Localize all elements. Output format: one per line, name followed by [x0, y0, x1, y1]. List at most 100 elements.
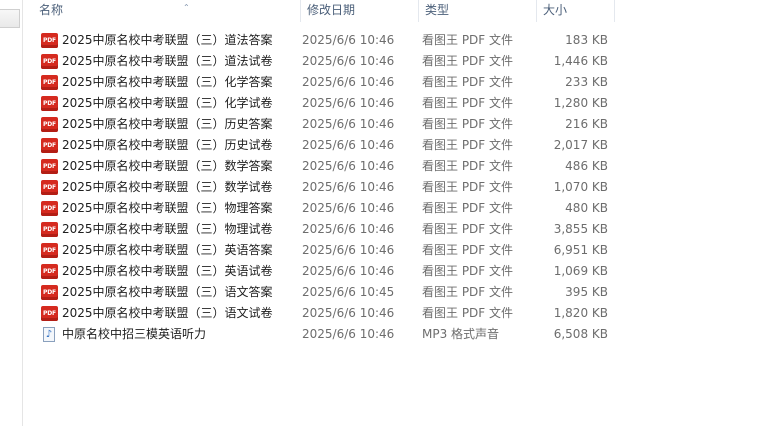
file-size: 1,280 KB — [553, 96, 608, 110]
file-date: 2025/6/6 10:46 — [302, 201, 395, 215]
pdf-file-icon: PDF — [41, 159, 58, 174]
file-date: 2025/6/6 10:46 — [302, 117, 395, 131]
file-type: 看图王 PDF 文件 — [422, 180, 514, 194]
file-row[interactable]: PDF 2025中原名校中考联盟（三）语文答案 2025/6/6 10:45 看… — [23, 282, 772, 303]
file-row[interactable]: PDF 2025中原名校中考联盟（三）英语试卷 2025/6/6 10:46 看… — [23, 261, 772, 282]
file-row[interactable]: PDF 2025中原名校中考联盟（三）物理答案 2025/6/6 10:46 看… — [23, 198, 772, 219]
navigation-pane[interactable] — [0, 0, 23, 426]
file-date: 2025/6/6 10:46 — [302, 264, 395, 278]
column-header-bar: 名称 ⌃ 修改日期 类型 大小 — [23, 0, 772, 22]
file-type: 看图王 PDF 文件 — [422, 243, 514, 257]
file-name: 2025中原名校中考联盟（三）道法试卷 — [62, 54, 273, 68]
file-name: 2025中原名校中考联盟（三）化学试卷 — [62, 96, 273, 110]
file-type: 看图王 PDF 文件 — [422, 159, 514, 173]
column-header-size[interactable]: 大小 — [537, 0, 615, 22]
file-row[interactable]: PDF 2025中原名校中考联盟（三）英语答案 2025/6/6 10:46 看… — [23, 240, 772, 261]
column-header-date[interactable]: 修改日期 — [301, 0, 419, 22]
file-name: 2025中原名校中考联盟（三）数学答案 — [62, 159, 273, 173]
file-size: 183 KB — [565, 33, 608, 47]
file-type: 看图王 PDF 文件 — [422, 138, 514, 152]
audio-file-icon: ♪ — [41, 327, 58, 342]
pdf-file-icon: PDF — [41, 75, 58, 90]
file-type: 看图王 PDF 文件 — [422, 33, 514, 47]
file-date: 2025/6/6 10:46 — [302, 54, 395, 68]
column-header-type[interactable]: 类型 — [419, 0, 537, 22]
file-name: 2025中原名校中考联盟（三）数学试卷 — [62, 180, 273, 194]
file-date: 2025/6/6 10:46 — [302, 96, 395, 110]
pdf-file-icon: PDF — [41, 264, 58, 279]
column-header-type-label: 类型 — [425, 3, 450, 17]
file-size: 2,017 KB — [553, 138, 608, 152]
file-size: 6,508 KB — [553, 327, 608, 341]
explorer-window: 名称 ⌃ 修改日期 类型 大小 PDF 2025中原名校中考联盟（三）道法答案 … — [0, 0, 772, 426]
file-type: 看图王 PDF 文件 — [422, 54, 514, 68]
pdf-file-icon: PDF — [41, 180, 58, 195]
file-size: 395 KB — [565, 285, 608, 299]
file-row[interactable]: PDF 2025中原名校中考联盟（三）物理试卷 2025/6/6 10:46 看… — [23, 219, 772, 240]
file-size: 1,070 KB — [553, 180, 608, 194]
file-row[interactable]: PDF 2025中原名校中考联盟（三）历史试卷 2025/6/6 10:46 看… — [23, 135, 772, 156]
file-name: 2025中原名校中考联盟（三）英语答案 — [62, 243, 273, 257]
file-size: 1,820 KB — [553, 306, 608, 320]
file-type: 看图王 PDF 文件 — [422, 75, 514, 89]
file-row[interactable]: PDF 2025中原名校中考联盟（三）数学答案 2025/6/6 10:46 看… — [23, 156, 772, 177]
file-date: 2025/6/6 10:45 — [302, 285, 395, 299]
file-row[interactable]: PDF 2025中原名校中考联盟（三）历史答案 2025/6/6 10:46 看… — [23, 114, 772, 135]
file-date: 2025/6/6 10:46 — [302, 222, 395, 236]
file-date: 2025/6/6 10:46 — [302, 306, 395, 320]
file-type: 看图王 PDF 文件 — [422, 96, 514, 110]
file-name: 2025中原名校中考联盟（三）化学答案 — [62, 75, 273, 89]
file-type: 看图王 PDF 文件 — [422, 201, 514, 215]
sort-caret-icon: ⌃ — [183, 3, 190, 12]
file-row[interactable]: PDF 2025中原名校中考联盟（三）道法试卷 2025/6/6 10:46 看… — [23, 51, 772, 72]
file-date: 2025/6/6 10:46 — [302, 75, 395, 89]
file-row[interactable]: PDF 2025中原名校中考联盟（三）数学试卷 2025/6/6 10:46 看… — [23, 177, 772, 198]
column-header-name[interactable]: 名称 ⌃ — [33, 0, 301, 22]
file-type: 看图王 PDF 文件 — [422, 306, 514, 320]
file-row[interactable]: PDF 2025中原名校中考联盟（三）道法答案 2025/6/6 10:46 看… — [23, 30, 772, 51]
file-type: 看图王 PDF 文件 — [422, 222, 514, 236]
file-type: 看图王 PDF 文件 — [422, 285, 514, 299]
file-name: 2025中原名校中考联盟（三）历史试卷 — [62, 138, 273, 152]
pdf-file-icon: PDF — [41, 243, 58, 258]
pdf-file-icon: PDF — [41, 117, 58, 132]
file-date: 2025/6/6 10:46 — [302, 327, 395, 341]
file-date: 2025/6/6 10:46 — [302, 138, 395, 152]
file-size: 216 KB — [565, 117, 608, 131]
file-size: 6,951 KB — [553, 243, 608, 257]
file-row[interactable]: PDF 2025中原名校中考联盟（三）化学答案 2025/6/6 10:46 看… — [23, 72, 772, 93]
pdf-file-icon: PDF — [41, 96, 58, 111]
file-name: 2025中原名校中考联盟（三）历史答案 — [62, 117, 273, 131]
column-header-name-label: 名称 — [39, 3, 64, 17]
pdf-file-icon: PDF — [41, 201, 58, 216]
file-type: 看图王 PDF 文件 — [422, 264, 514, 278]
column-header-size-label: 大小 — [543, 3, 568, 17]
file-row[interactable]: ♪ 中原名校中招三模英语听力 2025/6/6 10:46 MP3 格式声音 6… — [23, 324, 772, 345]
file-date: 2025/6/6 10:46 — [302, 180, 395, 194]
file-name: 2025中原名校中考联盟（三）道法答案 — [62, 33, 273, 47]
file-name: 2025中原名校中考联盟（三）语文试卷 — [62, 306, 273, 320]
file-name: 中原名校中招三模英语听力 — [62, 327, 207, 341]
file-date: 2025/6/6 10:46 — [302, 33, 395, 47]
pdf-file-icon: PDF — [41, 306, 58, 321]
file-row[interactable]: PDF 2025中原名校中考联盟（三）语文试卷 2025/6/6 10:46 看… — [23, 303, 772, 324]
file-date: 2025/6/6 10:46 — [302, 159, 395, 173]
file-size: 233 KB — [565, 75, 608, 89]
file-name: 2025中原名校中考联盟（三）英语试卷 — [62, 264, 273, 278]
file-row[interactable]: PDF 2025中原名校中考联盟（三）化学试卷 2025/6/6 10:46 看… — [23, 93, 772, 114]
file-size: 486 KB — [565, 159, 608, 173]
pdf-file-icon: PDF — [41, 54, 58, 69]
pdf-file-icon: PDF — [41, 222, 58, 237]
file-type: MP3 格式声音 — [422, 327, 500, 341]
file-type: 看图王 PDF 文件 — [422, 117, 514, 131]
pdf-file-icon: PDF — [41, 138, 58, 153]
file-name: 2025中原名校中考联盟（三）物理试卷 — [62, 222, 273, 236]
pdf-file-icon: PDF — [41, 285, 58, 300]
file-list: PDF 2025中原名校中考联盟（三）道法答案 2025/6/6 10:46 看… — [23, 30, 772, 345]
file-name: 2025中原名校中考联盟（三）物理答案 — [62, 201, 273, 215]
file-name: 2025中原名校中考联盟（三）语文答案 — [62, 285, 273, 299]
file-size: 1,446 KB — [553, 54, 608, 68]
column-header-date-label: 修改日期 — [307, 3, 356, 17]
file-size: 3,855 KB — [553, 222, 608, 236]
nav-pane-item[interactable] — [0, 9, 20, 28]
